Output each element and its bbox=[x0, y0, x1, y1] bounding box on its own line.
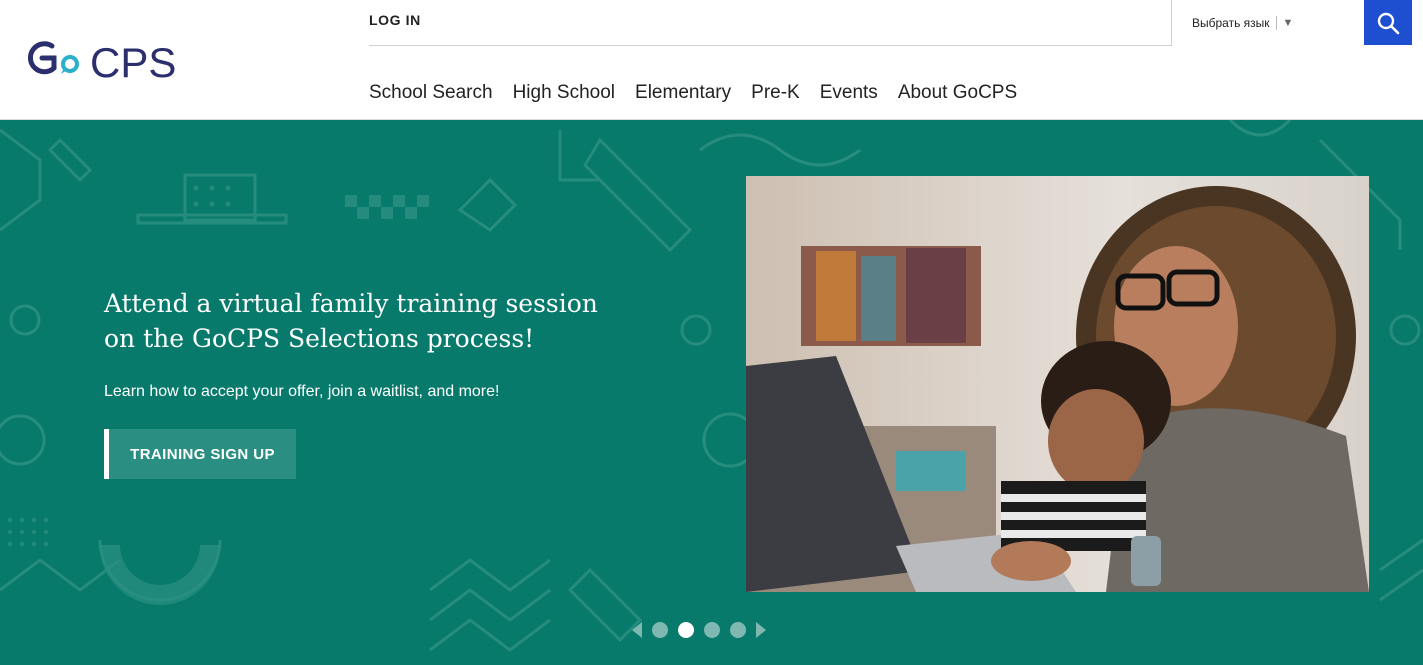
site-header: CPS LOG IN Выбрать язык ▼ School Search … bbox=[0, 0, 1423, 120]
carousel-prev-icon[interactable] bbox=[632, 622, 642, 638]
carousel-controls bbox=[632, 622, 766, 638]
nav-elementary[interactable]: Elementary bbox=[635, 82, 731, 104]
hero-subtext: Learn how to accept your offer, join a w… bbox=[104, 383, 500, 400]
nav-school-search[interactable]: School Search bbox=[369, 82, 493, 104]
main-nav: School Search High School Elementary Pre… bbox=[369, 82, 1037, 104]
family-laptop-image bbox=[746, 176, 1369, 592]
logo-cps-text: CPS bbox=[90, 39, 176, 84]
login-link[interactable]: LOG IN bbox=[369, 12, 421, 28]
training-signup-button[interactable]: TRAINING SIGN UP bbox=[104, 429, 296, 479]
hero-headline: Attend a virtual family training session… bbox=[104, 289, 598, 353]
carousel-dot[interactable] bbox=[704, 622, 720, 638]
hero-banner: Attend a virtual family training session… bbox=[0, 120, 1423, 665]
hero-photo bbox=[746, 176, 1369, 592]
search-button[interactable] bbox=[1364, 0, 1412, 45]
nav-high-school[interactable]: High School bbox=[513, 82, 615, 104]
search-icon bbox=[1377, 12, 1400, 34]
gocps-logo[interactable]: CPS bbox=[26, 34, 196, 86]
carousel-next-icon[interactable] bbox=[756, 622, 766, 638]
carousel-dot[interactable] bbox=[730, 622, 746, 638]
dropdown-arrow-icon: ▼ bbox=[1282, 16, 1294, 29]
header-divider bbox=[369, 45, 1172, 46]
carousel-dot[interactable] bbox=[652, 622, 668, 638]
language-label: Выбрать язык bbox=[1192, 15, 1270, 30]
nav-pre-k[interactable]: Pre-K bbox=[751, 82, 800, 104]
carousel-dot-active[interactable] bbox=[678, 622, 694, 638]
nav-about-gocps[interactable]: About GoCPS bbox=[898, 82, 1017, 104]
nav-events[interactable]: Events bbox=[820, 82, 878, 104]
language-select[interactable]: Выбрать язык ▼ bbox=[1171, 0, 1364, 45]
language-separator bbox=[1275, 15, 1277, 30]
